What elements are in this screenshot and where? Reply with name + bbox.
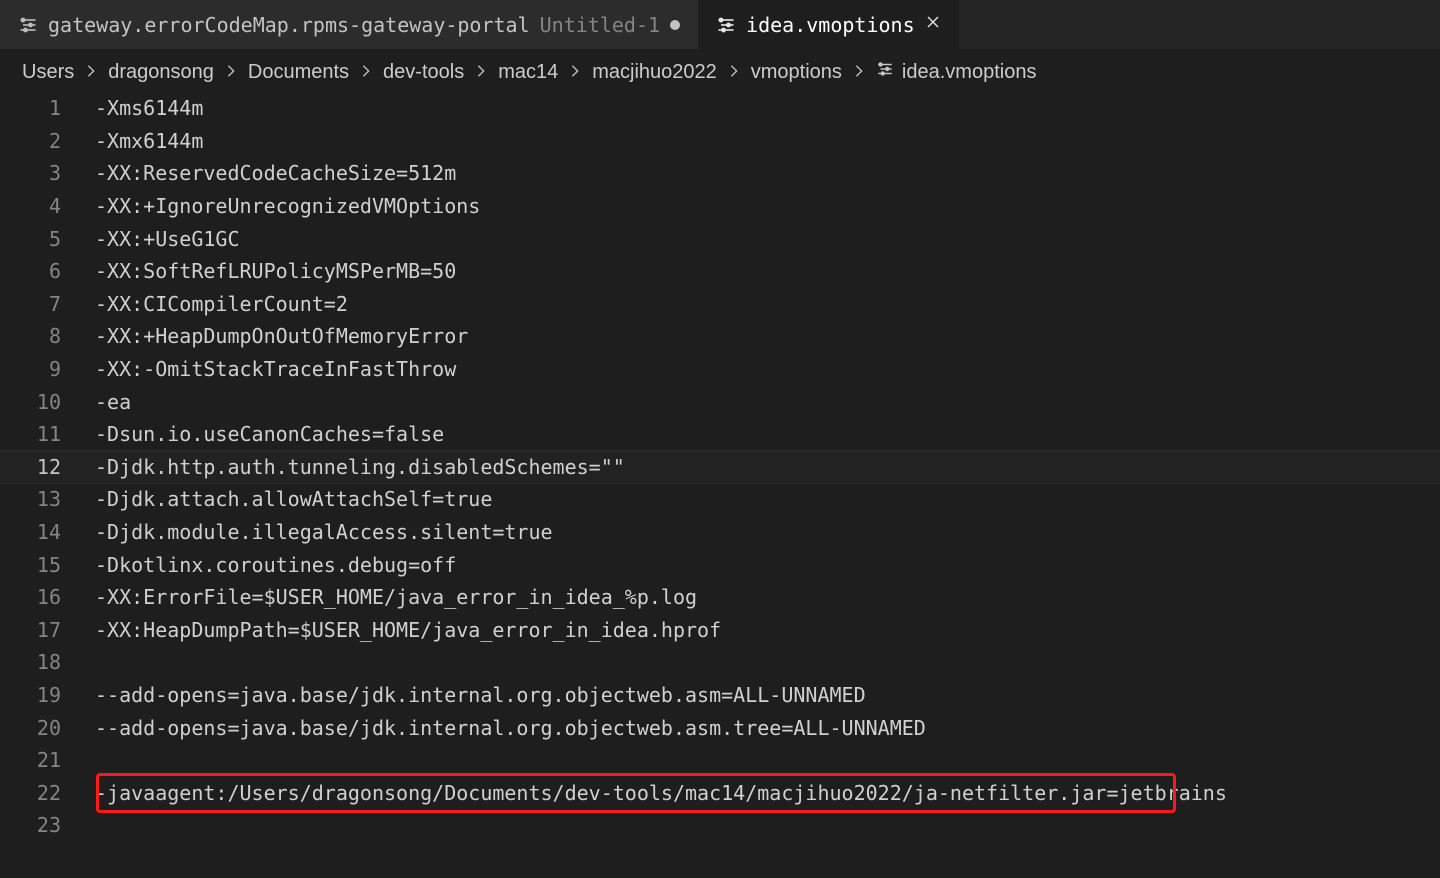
breadcrumb-segment[interactable]: Documents xyxy=(248,61,349,84)
code-line[interactable]: 11-Dsun.io.useCanonCaches=false xyxy=(0,418,1440,451)
code-text: -XX:-OmitStackTraceInFastThrow xyxy=(95,357,1440,381)
line-number: 18 xyxy=(0,650,95,674)
code-line[interactable]: 1-Xms6144m xyxy=(0,92,1440,125)
code-text: -ea xyxy=(95,390,1440,414)
line-number: 2 xyxy=(0,129,95,153)
line-number: 3 xyxy=(0,161,95,185)
code-text: -Djdk.module.illegalAccess.silent=true xyxy=(95,520,1440,544)
code-text: -XX:HeapDumpPath=$USER_HOME/java_error_i… xyxy=(95,618,1440,642)
tab-title-dim: Untitled-1 xyxy=(540,13,660,37)
code-line[interactable]: 5-XX:+UseG1GC xyxy=(0,222,1440,255)
code-text: --add-opens=java.base/jdk.internal.org.o… xyxy=(95,716,1440,740)
tab-title: idea.vmoptions xyxy=(746,13,915,37)
breadcrumb-segment[interactable]: dev-tools xyxy=(383,61,464,84)
editor-tab-bar: gateway.errorCodeMap.rpms-gateway-portal… xyxy=(0,0,1440,50)
line-number: 14 xyxy=(0,520,95,544)
code-text: -Xmx6144m xyxy=(95,129,1440,153)
code-line[interactable]: 22-javaagent:/Users/dragonsong/Documents… xyxy=(0,776,1440,809)
close-icon[interactable] xyxy=(925,14,941,35)
unsaved-dot-icon xyxy=(670,20,680,30)
code-text: -Dsun.io.useCanonCaches=false xyxy=(95,422,1440,446)
chevron-right-icon xyxy=(84,61,98,84)
code-line[interactable]: 2-Xmx6144m xyxy=(0,125,1440,158)
code-line[interactable]: 12-Djdk.http.auth.tunneling.disabledSche… xyxy=(0,451,1440,484)
code-line[interactable]: 13-Djdk.attach.allowAttachSelf=true xyxy=(0,483,1440,516)
code-line[interactable]: 17-XX:HeapDumpPath=$USER_HOME/java_error… xyxy=(0,614,1440,647)
breadcrumb-segment[interactable]: dragonsong xyxy=(108,61,214,84)
code-line[interactable]: 4-XX:+IgnoreUnrecognizedVMOptions xyxy=(0,190,1440,223)
code-line[interactable]: 14-Djdk.module.illegalAccess.silent=true xyxy=(0,516,1440,549)
code-text: -javaagent:/Users/dragonsong/Documents/d… xyxy=(95,781,1440,805)
breadcrumb-leaf[interactable]: idea.vmoptions xyxy=(876,60,1037,84)
chevron-right-icon xyxy=(727,61,741,84)
code-text: -XX:ReservedCodeCacheSize=512m xyxy=(95,161,1440,185)
code-text: -XX:+UseG1GC xyxy=(95,227,1440,251)
code-line[interactable]: 9-XX:-OmitStackTraceInFastThrow xyxy=(0,353,1440,386)
line-number: 21 xyxy=(0,748,95,772)
settings-file-icon xyxy=(18,15,38,35)
line-number: 4 xyxy=(0,194,95,218)
code-text: -XX:ErrorFile=$USER_HOME/java_error_in_i… xyxy=(95,585,1440,609)
line-number: 9 xyxy=(0,357,95,381)
chevron-right-icon xyxy=(224,61,238,84)
breadcrumb-leaf-label: idea.vmoptions xyxy=(902,61,1037,84)
code-text: -Djdk.attach.allowAttachSelf=true xyxy=(95,487,1440,511)
chevron-right-icon xyxy=(359,61,373,84)
code-line[interactable]: 15-Dkotlinx.coroutines.debug=off xyxy=(0,548,1440,581)
code-text: -Xms6144m xyxy=(95,96,1440,120)
line-number: 1 xyxy=(0,96,95,120)
line-number: 7 xyxy=(0,292,95,316)
chevron-right-icon xyxy=(568,61,582,84)
line-number: 12 xyxy=(0,455,95,479)
settings-file-icon xyxy=(876,60,894,84)
breadcrumb-segment[interactable]: vmoptions xyxy=(751,61,842,84)
line-number: 6 xyxy=(0,259,95,283)
code-text: -XX:SoftRefLRUPolicyMSPerMB=50 xyxy=(95,259,1440,283)
breadcrumb-segment[interactable]: Users xyxy=(22,61,74,84)
chevron-right-icon xyxy=(474,61,488,84)
code-line[interactable]: 3-XX:ReservedCodeCacheSize=512m xyxy=(0,157,1440,190)
code-line[interactable]: 18 xyxy=(0,646,1440,679)
breadcrumb[interactable]: Users dragonsong Documents dev-tools mac14 ma… xyxy=(0,50,1440,92)
line-number: 22 xyxy=(0,781,95,805)
code-line[interactable]: 23 xyxy=(0,809,1440,842)
code-editor[interactable]: 1-Xms6144m2-Xmx6144m3-XX:ReservedCodeCac… xyxy=(0,92,1440,842)
line-number: 8 xyxy=(0,324,95,348)
code-text: --add-opens=java.base/jdk.internal.org.o… xyxy=(95,683,1440,707)
code-text: -Dkotlinx.coroutines.debug=off xyxy=(95,553,1440,577)
line-number: 16 xyxy=(0,585,95,609)
code-line[interactable]: 16-XX:ErrorFile=$USER_HOME/java_error_in… xyxy=(0,581,1440,614)
code-text: -XX:+IgnoreUnrecognizedVMOptions xyxy=(95,194,1440,218)
tab-title-main: gateway.errorCodeMap.rpms-gateway-portal xyxy=(48,13,530,37)
line-number: 5 xyxy=(0,227,95,251)
code-line[interactable]: 7-XX:CICompilerCount=2 xyxy=(0,288,1440,321)
code-text: -XX:+HeapDumpOnOutOfMemoryError xyxy=(95,324,1440,348)
code-line[interactable]: 19--add-opens=java.base/jdk.internal.org… xyxy=(0,679,1440,712)
line-number: 15 xyxy=(0,553,95,577)
code-line[interactable]: 20--add-opens=java.base/jdk.internal.org… xyxy=(0,711,1440,744)
code-text: -XX:CICompilerCount=2 xyxy=(95,292,1440,316)
line-number: 13 xyxy=(0,487,95,511)
line-number: 20 xyxy=(0,716,95,740)
line-number: 10 xyxy=(0,390,95,414)
chevron-right-icon xyxy=(852,61,866,84)
line-number: 19 xyxy=(0,683,95,707)
settings-file-icon xyxy=(716,15,736,35)
tab-idea-vmoptions[interactable]: idea.vmoptions xyxy=(698,0,959,49)
tab-untitled-1[interactable]: gateway.errorCodeMap.rpms-gateway-portal… xyxy=(0,0,698,49)
breadcrumb-segment[interactable]: macjihuo2022 xyxy=(592,61,717,84)
code-text: -Djdk.http.auth.tunneling.disabledScheme… xyxy=(95,455,1440,479)
breadcrumb-segment[interactable]: mac14 xyxy=(498,61,558,84)
code-line[interactable]: 10-ea xyxy=(0,385,1440,418)
code-line[interactable]: 6-XX:SoftRefLRUPolicyMSPerMB=50 xyxy=(0,255,1440,288)
code-line[interactable]: 21 xyxy=(0,744,1440,777)
line-number: 23 xyxy=(0,813,95,837)
line-number: 11 xyxy=(0,422,95,446)
code-line[interactable]: 8-XX:+HeapDumpOnOutOfMemoryError xyxy=(0,320,1440,353)
line-number: 17 xyxy=(0,618,95,642)
